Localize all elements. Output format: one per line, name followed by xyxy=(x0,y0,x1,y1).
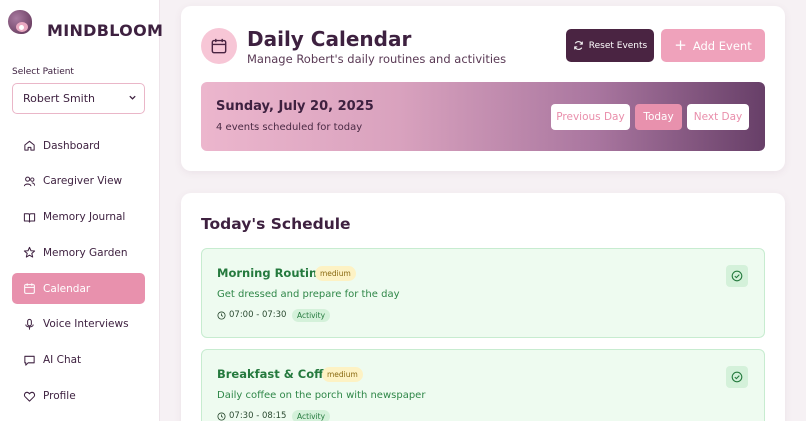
event-description: Get dressed and prepare for the day xyxy=(217,289,400,300)
check-circle-icon xyxy=(731,270,743,282)
reset-events-button[interactable]: Reset Events xyxy=(566,29,654,62)
clock-icon xyxy=(217,310,226,320)
event-time-text: 07:00 - 07:30 xyxy=(229,310,287,320)
sidebar-item-ai-chat[interactable]: AI Chat xyxy=(12,345,145,376)
sidebar: MINDBLOOM Select Patient Robert Smith Da… xyxy=(0,0,164,421)
mindbloom-logo-icon xyxy=(6,8,34,36)
sidebar-item-label: Memory Journal xyxy=(43,211,126,224)
sidebar-item-memory-garden[interactable]: Memory Garden xyxy=(12,237,145,268)
calendar-icon xyxy=(23,282,36,295)
home-icon xyxy=(23,139,36,152)
complete-check-button[interactable] xyxy=(726,265,748,287)
sidebar-item-label: Calendar xyxy=(43,282,91,295)
event-time: 07:30 - 08:15 xyxy=(217,411,286,421)
add-event-button[interactable]: + Add Event xyxy=(661,29,765,62)
event-count: 4 events scheduled for today xyxy=(216,122,363,133)
event-title: Morning Routine xyxy=(217,266,325,280)
sidebar-item-label: Profile xyxy=(43,390,76,403)
heart-icon xyxy=(23,390,36,403)
page-title: Daily Calendar xyxy=(247,27,412,51)
event-time-text: 07:30 - 08:15 xyxy=(229,411,287,421)
sidebar-nav: Dashboard Caregiver View Memory Journal … xyxy=(12,130,145,416)
event-card[interactable]: Morning Routine medium Get dressed and p… xyxy=(201,248,765,338)
sidebar-item-calendar[interactable]: Calendar xyxy=(12,273,145,305)
event-title: Breakfast & Coffee xyxy=(217,367,340,381)
date-banner: Sunday, July 20, 2025 4 events scheduled… xyxy=(201,82,765,151)
star-icon xyxy=(23,246,36,259)
complete-check-button[interactable] xyxy=(726,366,748,388)
patient-select-value: Robert Smith xyxy=(23,92,95,105)
schedule-card: Today's Schedule Morning Routine medium … xyxy=(181,193,785,421)
chat-icon xyxy=(23,354,36,367)
chevron-down-icon xyxy=(128,93,137,105)
event-card[interactable]: Breakfast & Coffee medium Daily coffee o… xyxy=(201,349,765,421)
sidebar-item-memory-journal[interactable]: Memory Journal xyxy=(12,202,145,233)
refresh-icon xyxy=(573,41,583,50)
calendar-header-card: Daily Calendar Manage Robert's daily rou… xyxy=(181,6,785,171)
plus-icon: + xyxy=(674,36,687,54)
microphone-icon xyxy=(23,318,36,331)
sidebar-item-dashboard[interactable]: Dashboard xyxy=(12,130,145,161)
sidebar-item-voice-interviews[interactable]: Voice Interviews xyxy=(12,309,145,340)
sidebar-item-caregiver-view[interactable]: Caregiver View xyxy=(12,166,145,197)
previous-day-button[interactable]: Previous Day xyxy=(551,104,630,130)
sidebar-item-profile[interactable]: Profile xyxy=(12,381,145,412)
priority-badge: medium xyxy=(315,266,356,281)
event-description: Daily coffee on the porch with newspaper xyxy=(217,390,426,401)
brand-name: MINDBLOOM xyxy=(47,21,164,40)
sidebar-item-label: Voice Interviews xyxy=(43,318,129,331)
event-time: 07:00 - 07:30 xyxy=(217,310,286,320)
check-circle-icon xyxy=(731,371,743,383)
event-type-badge: Activity xyxy=(292,410,331,421)
clock-icon xyxy=(217,411,226,421)
book-icon xyxy=(23,211,36,224)
sidebar-item-label: Memory Garden xyxy=(43,246,128,259)
reset-events-label: Reset Events xyxy=(588,40,648,51)
brand[interactable] xyxy=(6,8,34,36)
page-subtitle: Manage Robert's daily routines and activ… xyxy=(247,52,507,66)
event-type-badge: Activity xyxy=(292,309,331,322)
priority-badge: medium xyxy=(322,367,363,382)
sidebar-item-label: AI Chat xyxy=(43,354,82,367)
today-button[interactable]: Today xyxy=(635,104,682,130)
users-icon xyxy=(23,175,36,188)
current-date: Sunday, July 20, 2025 xyxy=(216,99,374,114)
add-event-label: Add Event xyxy=(692,38,752,53)
next-day-button[interactable]: Next Day xyxy=(687,104,749,130)
patient-select-label: Select Patient xyxy=(12,67,74,77)
sidebar-item-label: Caregiver View xyxy=(43,175,123,188)
schedule-title: Today's Schedule xyxy=(201,215,351,233)
calendar-icon xyxy=(201,28,237,64)
patient-select[interactable]: Robert Smith xyxy=(12,83,145,114)
sidebar-item-label: Dashboard xyxy=(43,139,100,152)
